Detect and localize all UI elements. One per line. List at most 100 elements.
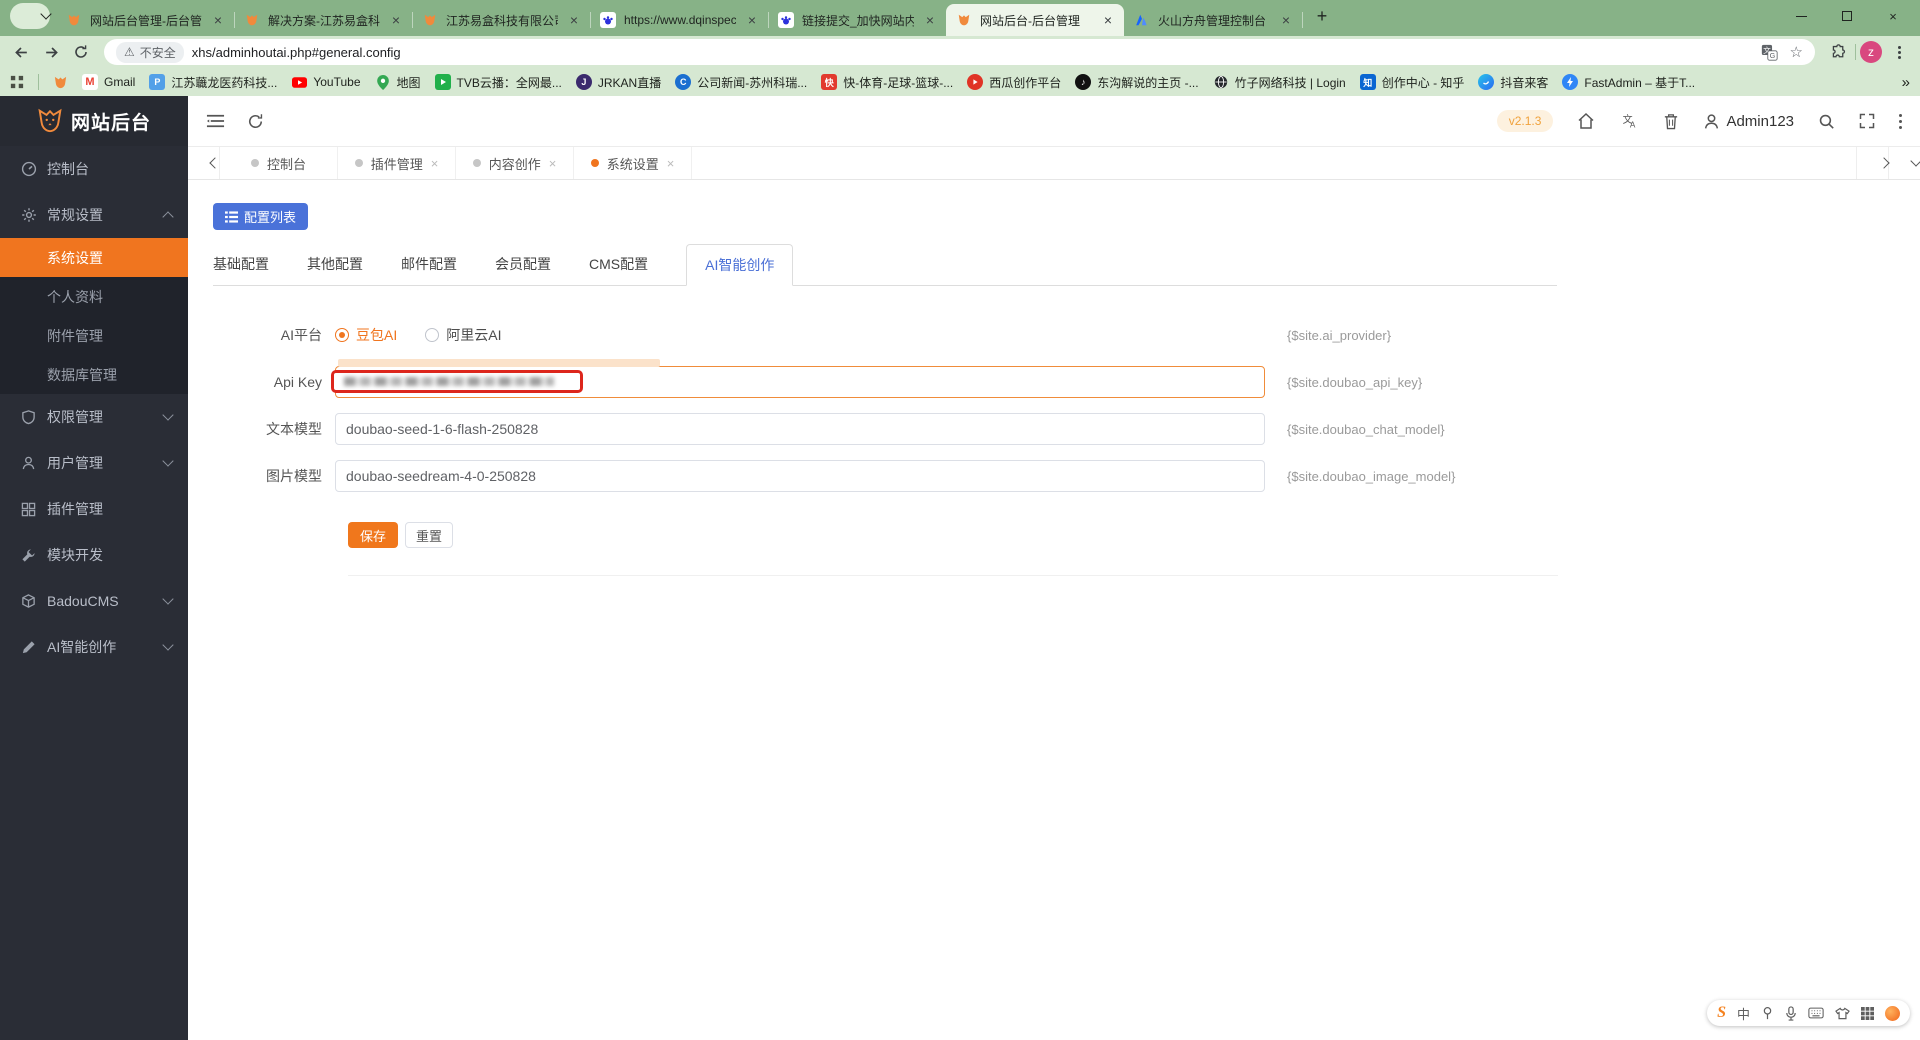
sidebar-item-plugins[interactable]: 插件管理: [0, 486, 188, 532]
config-list-button[interactable]: 配置列表: [213, 203, 309, 230]
tabs-scroll-right[interactable]: [1856, 147, 1890, 179]
close-tab-icon[interactable]: ×: [210, 12, 226, 28]
config-tab-mail[interactable]: 邮件配置: [401, 244, 457, 286]
bookmark-item[interactable]: YouTube: [291, 74, 361, 90]
address-bar[interactable]: ⚠ 不安全 xhs/adminhoutai.php#general.config…: [104, 39, 1815, 65]
sogou-logo-icon[interactable]: S: [1717, 1004, 1726, 1022]
close-icon[interactable]: ×: [431, 156, 439, 171]
browser-menu-icon[interactable]: [1886, 39, 1912, 65]
app-logo[interactable]: 网站后台: [0, 96, 188, 146]
tab-content-creation[interactable]: 内容创作 ×: [456, 147, 574, 179]
tab-plugins[interactable]: 插件管理 ×: [338, 147, 456, 179]
close-tab-icon[interactable]: ×: [744, 12, 760, 28]
bookmark-item[interactable]: 抖音来客: [1478, 74, 1548, 91]
apps-grid-icon[interactable]: [10, 75, 24, 89]
trash-icon[interactable]: [1663, 113, 1679, 130]
tab-dashboard[interactable]: 控制台: [220, 147, 338, 179]
radio-doubao[interactable]: 豆包AI: [335, 325, 397, 345]
bookmark-item[interactable]: 西瓜创作平台: [967, 74, 1061, 91]
sidebar-item-system-settings[interactable]: 系统设置: [0, 238, 188, 277]
sidebar-toggle-icon[interactable]: [206, 113, 225, 129]
bookmark-item[interactable]: J JRKAN直播: [575, 74, 661, 91]
bookmark-item[interactable]: 快快-体育-足球-篮球-...: [821, 74, 953, 91]
sogou-assistant-icon[interactable]: [1885, 1005, 1900, 1021]
bookmarks-overflow-icon[interactable]: »: [1902, 74, 1910, 91]
close-icon[interactable]: ×: [549, 156, 557, 171]
browser-tab[interactable]: 网站后台管理-后台管理 ×: [56, 4, 235, 36]
close-tab-icon[interactable]: ×: [922, 12, 938, 28]
bookmark-item[interactable]: P 江苏蘵龙医药科技...: [149, 74, 277, 91]
profile-avatar[interactable]: z: [1860, 41, 1882, 63]
bookmark-item[interactable]: 知创作中心 - 知乎: [1359, 74, 1464, 91]
bookmark-item[interactable]: C 公司新闻-苏州科瑞...: [675, 74, 807, 91]
sidebar-item-badoucms[interactable]: BadouCMS: [0, 578, 188, 624]
browser-tab-active[interactable]: 网站后台-后台管理 ×: [946, 4, 1124, 36]
url-text[interactable]: xhs/adminhoutai.php#general.config: [192, 45, 401, 60]
window-maximize-button[interactable]: [1824, 0, 1870, 32]
config-tab-basic[interactable]: 基础配置: [213, 244, 269, 286]
security-chip[interactable]: ⚠ 不安全: [116, 41, 184, 63]
bookmark-item[interactable]: TVB云播：全网最...: [434, 74, 562, 91]
search-icon[interactable]: [1818, 113, 1835, 130]
tabs-collapse[interactable]: [1888, 147, 1920, 179]
sidebar-item-module-dev[interactable]: 模块开发: [0, 532, 188, 578]
config-tab-member[interactable]: 会员配置: [495, 244, 551, 286]
keyboard-icon[interactable]: [1808, 1007, 1824, 1019]
fox-bookmark-icon[interactable]: [53, 75, 68, 90]
browser-tab[interactable]: 火山方舟管理控制台 ×: [1124, 4, 1303, 36]
bookmark-item[interactable]: FastAdmin – 基于T...: [1562, 74, 1695, 91]
radio-aliyun[interactable]: 阿里云AI: [425, 325, 501, 345]
sidebar-item-ai-creation[interactable]: AI智能创作: [0, 624, 188, 670]
close-icon[interactable]: ×: [667, 156, 675, 171]
tab-system-settings[interactable]: 系统设置 ×: [574, 147, 692, 179]
extensions-icon[interactable]: [1825, 39, 1851, 65]
close-tab-icon[interactable]: ×: [388, 12, 404, 28]
image-model-input[interactable]: [335, 460, 1265, 492]
sidebar-item-database[interactable]: 数据库管理: [0, 355, 188, 394]
translate-icon[interactable]: 文G: [1761, 44, 1778, 61]
user-menu[interactable]: Admin123: [1703, 113, 1794, 130]
fullscreen-icon[interactable]: [1859, 113, 1875, 129]
sidebar-item-profile[interactable]: 个人资料: [0, 277, 188, 316]
back-icon[interactable]: [8, 39, 34, 65]
bookmark-item[interactable]: ♪ 东沟解说的主页 -...: [1075, 74, 1199, 91]
reset-button[interactable]: 重置: [405, 522, 454, 548]
more-menu-icon[interactable]: [1899, 113, 1902, 129]
tabs-scroll-left[interactable]: [188, 147, 221, 179]
tab-search-button[interactable]: [10, 2, 52, 29]
config-tab-ai[interactable]: AI智能创作: [686, 244, 794, 286]
sidebar-item-attachments[interactable]: 附件管理: [0, 316, 188, 355]
chinese-mode-icon[interactable]: 中: [1737, 1004, 1750, 1023]
config-tab-cms[interactable]: CMS配置: [589, 244, 648, 286]
close-tab-icon[interactable]: ×: [1100, 12, 1116, 28]
sidebar-item-dashboard[interactable]: 控制台: [0, 146, 188, 192]
reload-icon[interactable]: [68, 39, 94, 65]
pin-icon[interactable]: [1761, 1006, 1774, 1020]
sidebar-item-users[interactable]: 用户管理: [0, 440, 188, 486]
mic-icon[interactable]: [1785, 1005, 1797, 1021]
bookmark-item[interactable]: 地图: [375, 74, 421, 91]
new-tab-button[interactable]: +: [1308, 2, 1336, 30]
home-icon[interactable]: [1577, 112, 1595, 130]
browser-tab[interactable]: 链接提交_加快网站内容抓取,... ×: [768, 4, 947, 36]
sidebar-item-general-settings[interactable]: 常规设置: [0, 192, 188, 238]
browser-tab[interactable]: 江苏易盒科技有限公司-永久开... ×: [412, 4, 591, 36]
refresh-icon[interactable]: [247, 113, 264, 130]
forward-icon[interactable]: [38, 39, 64, 65]
close-tab-icon[interactable]: ×: [1278, 12, 1294, 28]
close-tab-icon[interactable]: ×: [566, 12, 582, 28]
save-button[interactable]: 保存: [348, 522, 399, 548]
bookmark-item[interactable]: 竹子网络科技 | Login: [1213, 74, 1346, 91]
config-tab-other[interactable]: 其他配置: [307, 244, 363, 286]
chat-model-input[interactable]: [335, 413, 1265, 445]
language-icon[interactable]: 文A: [1619, 112, 1639, 130]
window-close-button[interactable]: ×: [1870, 0, 1916, 32]
bookmark-star-icon[interactable]: ☆: [1790, 43, 1803, 61]
sidebar-item-permissions[interactable]: 权限管理: [0, 394, 188, 440]
browser-tab[interactable]: 解决方案-江苏易盒科技有限公... ×: [234, 4, 413, 36]
window-minimize-button[interactable]: [1778, 0, 1824, 32]
toolbox-grid-icon[interactable]: [1861, 1006, 1874, 1020]
skin-icon[interactable]: [1835, 1006, 1850, 1020]
browser-tab[interactable]: https://www.dqinspection.co... ×: [590, 4, 769, 36]
bookmark-item[interactable]: M Gmail: [82, 74, 135, 90]
